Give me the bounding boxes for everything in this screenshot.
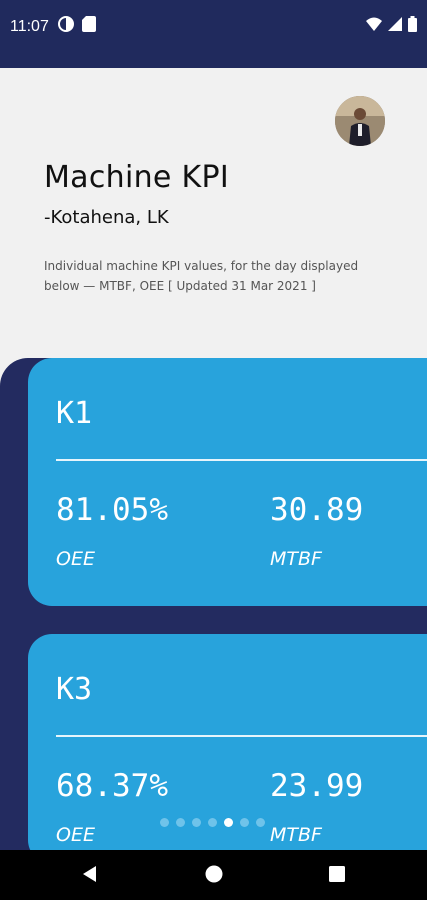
- page-dot[interactable]: [208, 818, 217, 827]
- wifi-icon: [366, 17, 382, 36]
- mtbf-value: 30.89: [270, 492, 364, 528]
- page-indicator[interactable]: [160, 818, 265, 827]
- mtbf-label: MTBF: [270, 548, 322, 570]
- page-description: Individual machine KPI values, for the d…: [44, 259, 359, 293]
- data-saver-icon: [58, 16, 74, 37]
- page-title: Machine KPI: [44, 160, 230, 195]
- machine-card[interactable]: K1 81.05% 30.89 OEE MTBF: [28, 358, 427, 606]
- back-icon[interactable]: [80, 864, 100, 889]
- machine-name: K3: [56, 672, 93, 707]
- status-time: 11:07: [10, 18, 49, 35]
- mtbf-label: MTBF: [270, 824, 322, 846]
- battery-icon: [408, 16, 417, 37]
- machine-name: K1: [56, 396, 93, 431]
- page-dot[interactable]: [160, 818, 169, 827]
- machine-card[interactable]: K3 68.37% 23.99 OEE MTBF: [28, 634, 427, 864]
- divider: [56, 459, 427, 461]
- mtbf-value: 23.99: [270, 768, 364, 804]
- oee-value: 68.37%: [56, 768, 168, 804]
- recents-icon[interactable]: [328, 864, 346, 889]
- page-dot[interactable]: [240, 818, 249, 827]
- sd-card-icon: [82, 16, 96, 37]
- signal-icon: [388, 17, 402, 36]
- divider: [56, 735, 427, 737]
- oee-label: OEE: [56, 824, 95, 846]
- system-nav-bar: [0, 850, 427, 900]
- page-dot[interactable]: [176, 818, 185, 827]
- oee-value: 81.05%: [56, 492, 168, 528]
- page-subtitle: -Kotahena, LK: [44, 207, 169, 228]
- page-dot-active[interactable]: [224, 818, 233, 827]
- home-icon[interactable]: [204, 864, 224, 889]
- page-dot[interactable]: [192, 818, 201, 827]
- user-avatar[interactable]: [335, 96, 385, 146]
- oee-label: OEE: [56, 548, 95, 570]
- status-bar: 11:07: [0, 0, 427, 68]
- page-dot[interactable]: [256, 818, 265, 827]
